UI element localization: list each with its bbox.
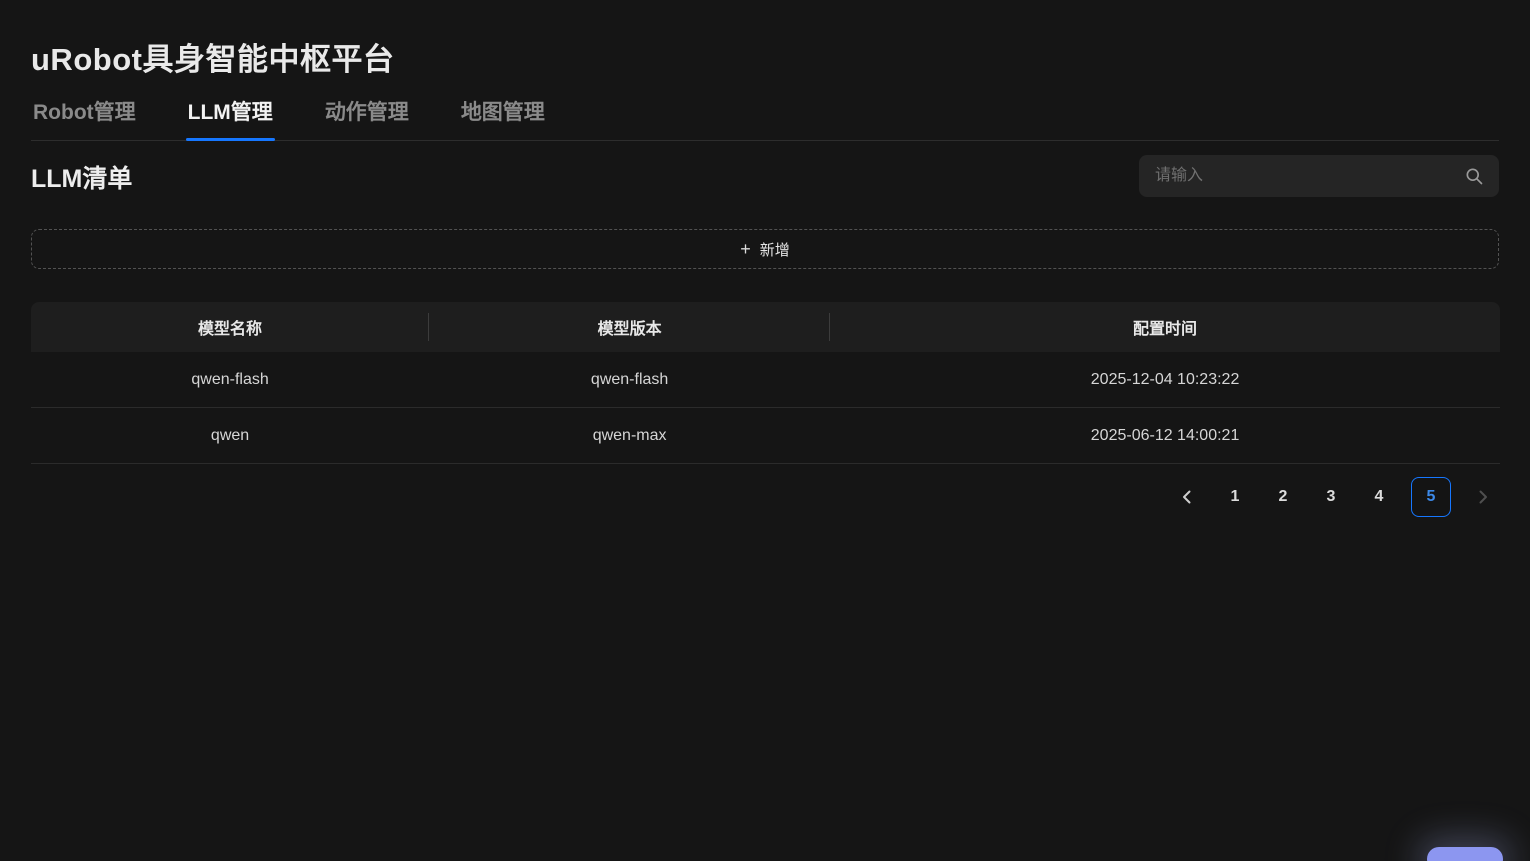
column-header-model-name: 模型名称 bbox=[31, 302, 429, 352]
pagination-page-1[interactable]: 1 bbox=[1219, 481, 1251, 513]
pagination-page-5-active[interactable]: 5 bbox=[1411, 477, 1451, 517]
cell-config-time: 2025-12-04 10:23:22 bbox=[830, 352, 1500, 407]
search-icon[interactable] bbox=[1464, 166, 1484, 186]
pagination-prev-button[interactable] bbox=[1171, 481, 1203, 513]
column-header-config-time: 配置时间 bbox=[830, 302, 1500, 352]
add-button[interactable]: + 新增 bbox=[31, 229, 1499, 269]
chevron-left-icon bbox=[1179, 489, 1195, 505]
page-title: LLM清单 bbox=[31, 159, 132, 195]
tab-bar: Robot管理 LLM管理 动作管理 地图管理 bbox=[31, 94, 1499, 141]
cell-model-name: qwen-flash bbox=[31, 352, 429, 407]
app-title: uRobot具身智能中枢平台 bbox=[31, 34, 394, 79]
search-input[interactable] bbox=[1139, 155, 1464, 197]
search-box bbox=[1139, 155, 1499, 197]
page: uRobot具身智能中枢平台 Robot管理 LLM管理 动作管理 地图管理 L… bbox=[0, 0, 1530, 861]
llm-table: 模型名称 模型版本 配置时间 qwen-flash qwen-flash 202… bbox=[31, 302, 1500, 464]
pagination-page-2[interactable]: 2 bbox=[1267, 481, 1299, 513]
pagination: 1 2 3 4 5 bbox=[1171, 477, 1499, 517]
column-header-model-version: 模型版本 bbox=[429, 302, 830, 352]
chevron-right-icon bbox=[1475, 489, 1491, 505]
cell-config-time: 2025-06-12 14:00:21 bbox=[830, 408, 1500, 463]
pagination-page-3[interactable]: 3 bbox=[1315, 481, 1347, 513]
floating-pill-button[interactable] bbox=[1427, 847, 1503, 861]
pagination-page-4[interactable]: 4 bbox=[1363, 481, 1395, 513]
tab-map-management[interactable]: 地图管理 bbox=[459, 94, 547, 140]
tab-llm-management[interactable]: LLM管理 bbox=[186, 94, 275, 140]
add-button-label: 新增 bbox=[760, 239, 790, 260]
table-row[interactable]: qwen qwen-max 2025-06-12 14:00:21 bbox=[31, 408, 1500, 464]
table-row[interactable]: qwen-flash qwen-flash 2025-12-04 10:23:2… bbox=[31, 352, 1500, 408]
tab-action-management[interactable]: 动作管理 bbox=[323, 94, 411, 140]
plus-icon: + bbox=[740, 240, 751, 258]
cell-model-name: qwen bbox=[31, 408, 429, 463]
cell-model-version: qwen-max bbox=[429, 408, 830, 463]
cell-model-version: qwen-flash bbox=[429, 352, 830, 407]
pagination-next-button[interactable] bbox=[1467, 481, 1499, 513]
table-header: 模型名称 模型版本 配置时间 bbox=[31, 302, 1500, 352]
tab-robot-management[interactable]: Robot管理 bbox=[31, 94, 138, 140]
